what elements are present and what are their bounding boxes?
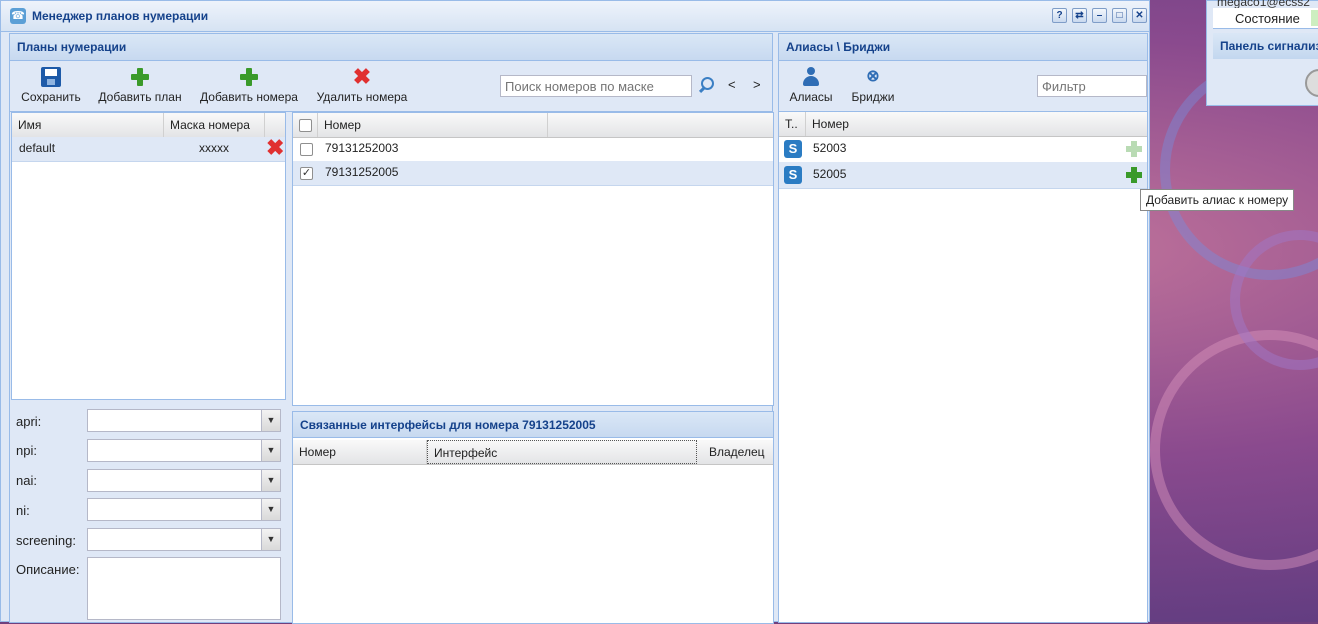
numbering-plan-manager-window: ☎ Менеджер планов нумерации ? ⇄ – □ ✕ Пл…	[0, 0, 1150, 624]
add-plan-button[interactable]: Добавить план	[96, 61, 184, 111]
window-title: Менеджер планов нумерации	[32, 9, 209, 23]
select-all-checkbox[interactable]	[299, 119, 312, 132]
delete-numbers-label: Удалить номера	[316, 90, 408, 104]
save-icon	[41, 67, 61, 87]
alias-row[interactable]: S 52003	[779, 136, 1147, 163]
number-mask-search-input[interactable]	[500, 75, 692, 97]
delete-plan-icon[interactable]: ✖	[266, 137, 284, 159]
plans-grid-header: Имя Маска номера	[12, 113, 285, 138]
state-label: Состояние	[1235, 11, 1300, 26]
linked-interfaces-grid-header: Номер Интерфейс Владелец	[293, 440, 773, 465]
state-row: Состояние	[1213, 8, 1318, 29]
add-icon	[239, 67, 259, 87]
plan-row[interactable]: default xxxxx ✖	[12, 137, 285, 162]
bridges-label: Бриджи	[851, 90, 895, 104]
linked-interfaces-header: Связанные интерфейсы для номера 79131252…	[293, 412, 773, 438]
chevron-down-icon[interactable]: ▼	[261, 470, 280, 491]
apri-label: apri:	[16, 414, 42, 429]
filter-input[interactable]	[1037, 75, 1147, 97]
column-name[interactable]: Имя	[12, 113, 164, 137]
description-textarea[interactable]	[87, 557, 281, 620]
add-alias-tooltip: Добавить алиас к номеру	[1140, 189, 1295, 211]
number-value: 79131252005	[325, 165, 399, 179]
number-value: 79131252003	[325, 141, 399, 155]
column-owner[interactable]: Владелец	[703, 440, 775, 464]
signal-panel-header: Панель сигнализ	[1213, 33, 1318, 59]
aliases-toolbar: Алиасы ⊗ Бриджи	[779, 61, 1147, 112]
column-number[interactable]: Номер	[806, 112, 1149, 136]
state-indicator	[1311, 10, 1318, 26]
apri-select[interactable]: ▼	[87, 409, 281, 432]
next-page-button[interactable]: >	[753, 77, 761, 92]
npi-select[interactable]: ▼	[87, 439, 281, 462]
close-button[interactable]: ✕	[1132, 8, 1147, 23]
aliases-button[interactable]: Алиасы	[787, 61, 835, 111]
app-icon: ☎	[10, 8, 26, 24]
maximize-button[interactable]: □	[1112, 8, 1127, 23]
column-type[interactable]: Т..	[779, 112, 806, 136]
add-numbers-label: Добавить номера	[200, 90, 298, 104]
sip-type-icon: S	[784, 140, 802, 158]
ni-select[interactable]: ▼	[87, 498, 281, 521]
npi-label: npi:	[16, 443, 37, 458]
aliases-grid-header: Т.. Номер	[779, 112, 1147, 137]
screening-select[interactable]: ▼	[87, 528, 281, 551]
column-number[interactable]: Номер	[293, 440, 427, 464]
nai-label: nai:	[16, 473, 37, 488]
alias-number: 52003	[813, 141, 847, 155]
background-status-panel: megaco1@ecss2 Состояние Панель сигнализ	[1206, 0, 1318, 106]
linked-interfaces-panel: Связанные интерфейсы для номера 79131252…	[292, 411, 774, 624]
column-interface[interactable]: Интерфейс	[427, 440, 697, 464]
plan-name: default	[19, 141, 56, 155]
help-button[interactable]: ?	[1052, 8, 1067, 23]
add-numbers-button[interactable]: Добавить номера	[198, 61, 300, 111]
number-row[interactable]: 79131252003	[293, 137, 773, 162]
add-plan-label: Добавить план	[98, 90, 182, 104]
add-alias-icon[interactable]	[1126, 167, 1142, 183]
column-number[interactable]: Номер	[318, 113, 548, 137]
numbers-grid: Номер 79131252003 ✓ 79131252005	[292, 112, 774, 406]
chevron-down-icon[interactable]: ▼	[261, 499, 280, 520]
minimize-button[interactable]: –	[1092, 8, 1107, 23]
plan-mask: xxxxx	[199, 141, 229, 155]
prev-page-button[interactable]: <	[728, 77, 736, 92]
nai-select[interactable]: ▼	[87, 469, 281, 492]
plans-toolbar: Сохранить Добавить план Добавить номера …	[10, 61, 772, 112]
screening-label: screening:	[16, 533, 76, 548]
numbers-grid-header: Номер	[293, 113, 773, 138]
chevron-down-icon[interactable]: ▼	[261, 410, 280, 431]
ni-label: ni:	[16, 503, 30, 518]
aliases-bridges-header: Алиасы \ Бриджи	[779, 34, 1147, 61]
save-label: Сохранить	[21, 90, 81, 104]
alias-number: 52005	[813, 167, 847, 181]
bridges-button[interactable]: ⊗ Бриджи	[849, 61, 897, 111]
plans-grid: Имя Маска номера default xxxxx ✖	[11, 112, 286, 400]
row-checkbox-checked[interactable]: ✓	[300, 167, 313, 180]
select-all-column[interactable]	[293, 113, 318, 137]
delete-numbers-button[interactable]: ✖ Удалить номера	[316, 61, 408, 111]
add-alias-icon[interactable]	[1126, 141, 1142, 157]
bridge-icon: ⊗	[866, 68, 880, 85]
signal-knob-icon[interactable]	[1305, 69, 1318, 97]
search-icon[interactable]	[696, 76, 714, 96]
row-checkbox[interactable]	[300, 143, 313, 156]
alias-row[interactable]: S 52005	[779, 162, 1147, 189]
window-titlebar[interactable]: ☎ Менеджер планов нумерации ? ⇄ – □ ✕	[1, 1, 1149, 32]
aliases-bridges-panel: Алиасы \ Бриджи Алиасы ⊗ Бриджи Т.. Номе…	[778, 33, 1148, 623]
column-mask[interactable]: Маска номера	[164, 113, 265, 137]
sip-type-icon: S	[784, 166, 802, 184]
description-label: Описание:	[16, 562, 80, 577]
aliases-label: Алиасы	[789, 90, 833, 104]
chevron-down-icon[interactable]: ▼	[261, 529, 280, 550]
save-button[interactable]: Сохранить	[18, 61, 84, 111]
chevron-down-icon[interactable]: ▼	[261, 440, 280, 461]
delete-icon: ✖	[352, 64, 372, 89]
refresh-button[interactable]: ⇄	[1072, 8, 1087, 23]
user-icon	[801, 67, 821, 87]
number-row[interactable]: ✓ 79131252005	[293, 161, 773, 186]
plans-panel-header: Планы нумерации	[10, 34, 772, 61]
plans-panel: Планы нумерации Сохранить Добавить план …	[9, 33, 774, 624]
add-icon	[130, 67, 150, 87]
